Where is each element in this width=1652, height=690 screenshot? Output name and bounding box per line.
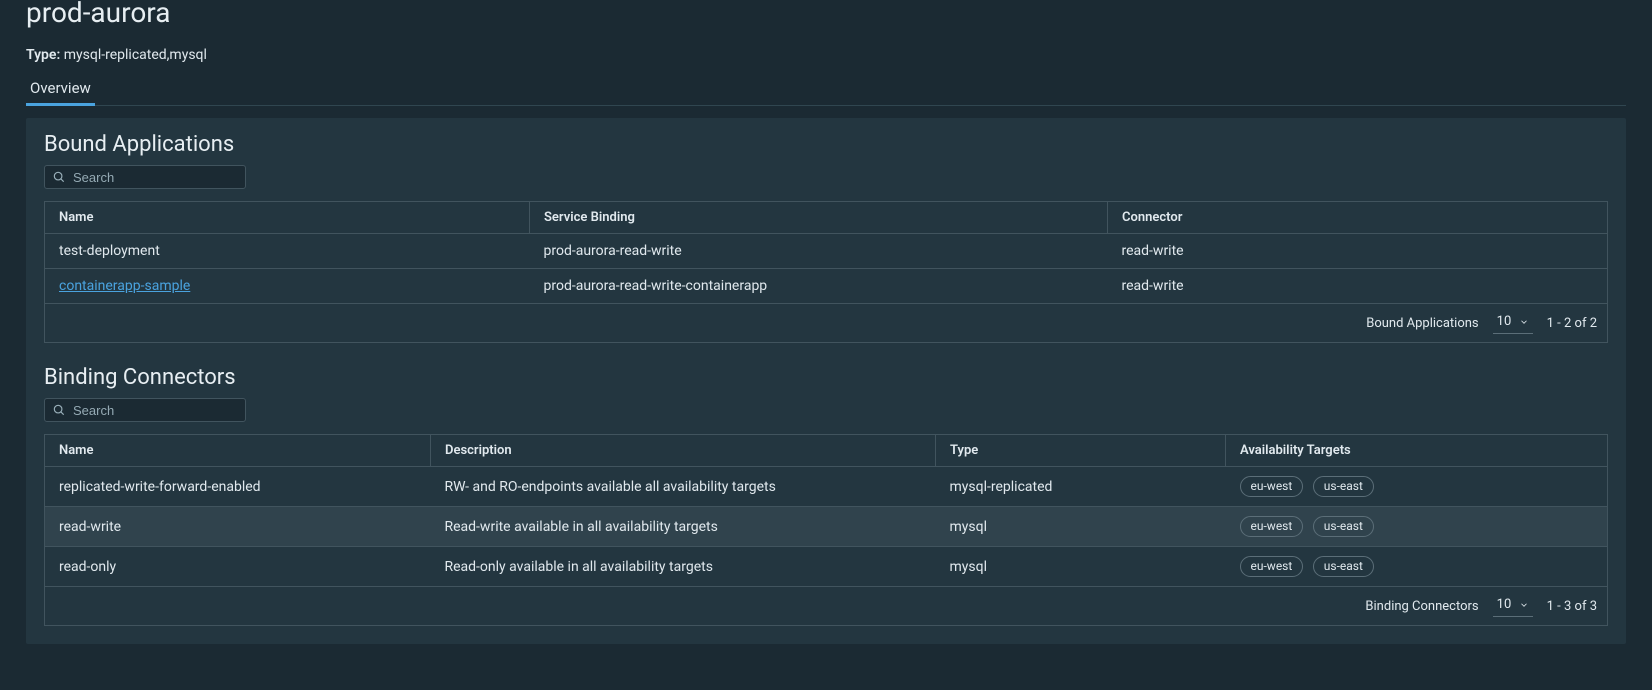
type-label: Type:	[26, 47, 60, 63]
page-size-value: 10	[1497, 597, 1512, 612]
table-row[interactable]: containerapp-sample prod-aurora-read-wri…	[45, 269, 1608, 304]
cell-name: read-write	[59, 519, 121, 535]
footer-label: Binding Connectors	[1365, 599, 1478, 614]
availability-tag: us-east	[1313, 516, 1374, 537]
tab-overview[interactable]: Overview	[26, 73, 95, 105]
cell-desc: Read-only available in all availability …	[445, 559, 713, 575]
binding-connectors-search-input[interactable]	[44, 398, 246, 422]
section-binding-connectors: Binding Connectors Name Description Type	[44, 365, 1608, 626]
availability-tag: us-east	[1313, 556, 1374, 577]
table-row[interactable]: test-deployment prod-aurora-read-write r…	[45, 234, 1608, 269]
col-desc[interactable]: Description	[431, 435, 936, 467]
cell-name: replicated-write-forward-enabled	[59, 479, 261, 495]
table-row[interactable]: read-only Read-only available in all ava…	[45, 547, 1608, 587]
cell-type: mysql-replicated	[950, 479, 1053, 495]
binding-connectors-footer: Binding Connectors 10 1 - 3 of 3	[44, 587, 1608, 626]
col-name[interactable]: Name	[45, 202, 530, 234]
binding-connectors-table: Name Description Type Availability Targe…	[44, 434, 1608, 587]
page-size-select[interactable]: 10	[1493, 312, 1533, 334]
cell-name: read-only	[59, 559, 116, 575]
section-bound-applications: Bound Applications Name Service Binding …	[44, 132, 1608, 343]
col-connector[interactable]: Connector	[1108, 202, 1608, 234]
cell-service-binding: prod-aurora-read-write-containerapp	[544, 278, 768, 294]
availability-tag: us-east	[1313, 476, 1374, 497]
type-line: Type: mysql-replicated,mysql	[26, 47, 1626, 63]
page-size-value: 10	[1497, 314, 1512, 329]
col-type[interactable]: Type	[936, 435, 1226, 467]
cell-desc: RW- and RO-endpoints available all avail…	[445, 479, 776, 495]
footer-label: Bound Applications	[1366, 316, 1478, 331]
chevron-down-icon	[1519, 600, 1529, 610]
availability-tag: eu-west	[1240, 556, 1304, 577]
bound-applications-title: Bound Applications	[44, 132, 1608, 157]
page-range: 1 - 3 of 3	[1547, 599, 1597, 614]
col-service-binding[interactable]: Service Binding	[530, 202, 1108, 234]
table-row[interactable]: read-write Read-write available in all a…	[45, 507, 1608, 547]
page-size-select[interactable]: 10	[1493, 595, 1533, 617]
table-row[interactable]: replicated-write-forward-enabled RW- and…	[45, 467, 1608, 507]
type-value: mysql-replicated,mysql	[64, 47, 207, 63]
bound-apps-footer: Bound Applications 10 1 - 2 of 2	[44, 304, 1608, 343]
cell-type: mysql	[950, 519, 988, 535]
cell-name-link[interactable]: containerapp-sample	[59, 278, 190, 294]
page-range: 1 - 2 of 2	[1547, 316, 1597, 331]
cell-connector: read-write	[1122, 243, 1184, 259]
chevron-down-icon	[1519, 317, 1529, 327]
col-avail[interactable]: Availability Targets	[1226, 435, 1608, 467]
binding-connectors-title: Binding Connectors	[44, 365, 1608, 390]
cell-connector: read-write	[1122, 278, 1184, 294]
cell-type: mysql	[950, 559, 988, 575]
tabs: Overview	[26, 73, 1626, 106]
bound-apps-search-input[interactable]	[44, 165, 246, 189]
cell-desc: Read-write available in all availability…	[445, 519, 718, 535]
cell-service-binding: prod-aurora-read-write	[544, 243, 682, 259]
availability-tag: eu-west	[1240, 516, 1304, 537]
bound-apps-table: Name Service Binding Connector test-depl…	[44, 201, 1608, 304]
page-title: prod-aurora	[26, 0, 1626, 29]
availability-tag: eu-west	[1240, 476, 1304, 497]
col-name[interactable]: Name	[45, 435, 431, 467]
cell-name: test-deployment	[59, 243, 160, 259]
